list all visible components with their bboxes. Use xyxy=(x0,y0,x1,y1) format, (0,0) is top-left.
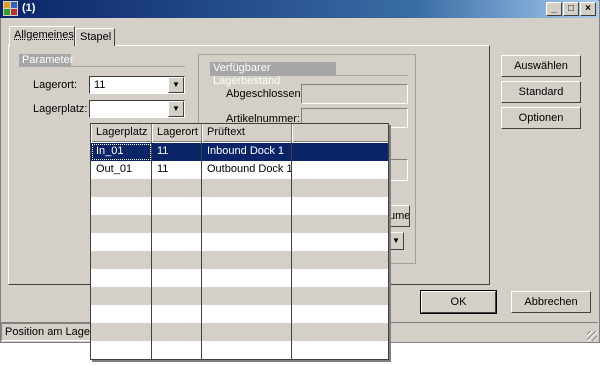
chevron-down-icon: ▼ xyxy=(172,80,180,89)
ok-label: OK xyxy=(450,296,467,308)
app-icon xyxy=(3,1,18,16)
title-bar[interactable]: (1) _ □ × xyxy=(0,0,598,18)
lagerort-value: 11 xyxy=(94,79,106,91)
lookup-cell-lagerort: 11 xyxy=(157,145,169,157)
bestand-field-partial xyxy=(388,159,408,181)
parameter-group-line xyxy=(19,66,185,67)
lookup-empty-row xyxy=(91,269,388,287)
lookup-column-lagerort[interactable]: Lagerort xyxy=(152,124,202,142)
lookup-header-row: Lagerplatz Lagerort Prüftext xyxy=(91,124,388,142)
auswaehlen-label: Auswählen xyxy=(514,60,568,72)
lookup-empty-row xyxy=(91,287,388,305)
lookup-column-divider xyxy=(151,142,152,359)
lookup-empty-row xyxy=(91,197,388,215)
bestand-partial-button[interactable]: ume xyxy=(388,205,410,227)
abbrechen-button[interactable]: Abbrechen xyxy=(511,291,591,313)
tab-stapel[interactable]: Stapel xyxy=(75,28,115,46)
lagerplatz-lookup-popup: Lagerplatz Lagerort Prüftext In_01 11 In… xyxy=(90,123,389,360)
chevron-down-icon: ▼ xyxy=(392,236,400,245)
lookup-column-divider xyxy=(201,142,202,359)
lookup-empty-row xyxy=(91,251,388,269)
status-text-cell: Position am Lagerort xyxy=(1,323,93,341)
lagerplatz-label: Lagerplatz: xyxy=(33,103,88,115)
lookup-column-blank[interactable] xyxy=(292,124,388,142)
bestand-dropdown-button[interactable]: ▼ xyxy=(388,232,404,250)
lookup-cell-lagerplatz: Out_01 xyxy=(96,163,133,175)
tab-allgemeines[interactable]: Allgemeines xyxy=(9,26,75,46)
lagerplatz-dropdown-button[interactable]: ▼ xyxy=(168,101,184,117)
abgeschlossen-label: Abgeschlossen: xyxy=(226,88,304,100)
lookup-column-divider xyxy=(291,142,292,359)
lookup-cell-prueftext: Inbound Dock 1 xyxy=(207,145,285,157)
chevron-down-icon: ▼ xyxy=(172,104,180,113)
window-title: (1) xyxy=(22,2,36,14)
lagerort-label: Lagerort: xyxy=(33,79,78,91)
focus-rectangle xyxy=(92,144,151,160)
abgeschlossen-field xyxy=(301,84,408,104)
maximize-button[interactable]: □ xyxy=(563,2,579,16)
abbrechen-label: Abbrechen xyxy=(524,296,578,308)
lookup-empty-row xyxy=(91,323,388,341)
resize-grip-icon[interactable] xyxy=(587,331,597,341)
lookup-row[interactable]: In_01 11 Inbound Dock 1 xyxy=(91,143,388,161)
optionen-label: Optionen xyxy=(518,112,564,124)
status-text: Position am Lagerort xyxy=(5,326,92,338)
standard-button[interactable]: Standard xyxy=(501,81,581,103)
lagerort-dropdown-button[interactable]: ▼ xyxy=(168,77,184,93)
close-button[interactable]: × xyxy=(580,2,596,16)
lookup-column-prueftext[interactable]: Prüftext xyxy=(202,124,292,142)
lookup-cell-lagerort: 11 xyxy=(157,163,169,175)
optionen-button[interactable]: Optionen xyxy=(501,107,581,129)
auswaehlen-button[interactable]: Auswählen xyxy=(501,55,581,77)
lookup-empty-row xyxy=(91,305,388,323)
lookup-empty-row xyxy=(91,179,388,197)
bestand-group-title: Verfügbarer Lagerbestand xyxy=(210,62,336,87)
tab-allgemeines-label: Allgemeines xyxy=(14,29,74,41)
standard-label: Standard xyxy=(518,86,564,98)
bestand-group-line xyxy=(210,75,408,76)
lookup-empty-row xyxy=(91,341,388,359)
bestand-partial-label: ume xyxy=(389,210,410,222)
ok-button[interactable]: OK xyxy=(420,290,497,314)
minimize-button[interactable]: _ xyxy=(546,2,562,16)
lookup-row[interactable]: Out_01 11 Outbound Dock 1 xyxy=(91,161,388,179)
lookup-column-lagerplatz[interactable]: Lagerplatz xyxy=(91,124,152,142)
lookup-cell-prueftext: Outbound Dock 1 xyxy=(207,163,293,175)
lookup-empty-row xyxy=(91,233,388,251)
lookup-empty-row xyxy=(91,215,388,233)
tab-stapel-label: Stapel xyxy=(80,31,112,43)
